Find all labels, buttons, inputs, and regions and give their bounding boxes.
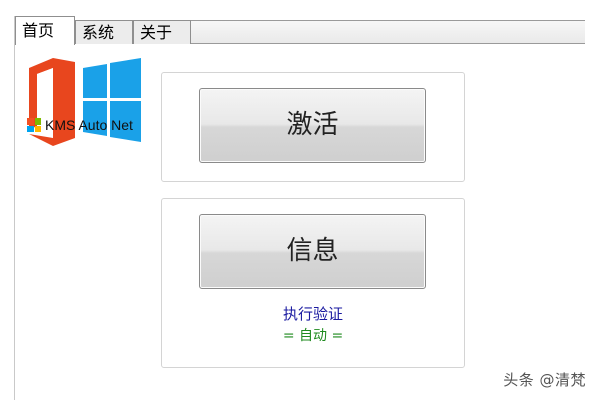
tab-bar-divider bbox=[191, 43, 585, 44]
info-panel: 信息 执行验证 = 自动 = bbox=[161, 198, 465, 368]
office-windows-logo-icon bbox=[29, 58, 141, 146]
logo-caption-text: KMS Auto Net bbox=[45, 117, 133, 133]
tab-system[interactable]: 系统 bbox=[75, 20, 133, 44]
activate-button[interactable]: 激活 bbox=[199, 88, 426, 163]
tab-bar: 首页 系统 关于 bbox=[15, 16, 585, 45]
watermark: 头条 @清梵 bbox=[503, 371, 586, 389]
logo-caption: KMS Auto Net bbox=[27, 116, 133, 134]
microsoft-logo-icon bbox=[27, 118, 41, 132]
auto-mode-label: = 自动 = bbox=[282, 328, 344, 344]
tab-bar-background bbox=[191, 20, 585, 44]
info-button[interactable]: 信息 bbox=[199, 214, 426, 289]
app-window: 首页 系统 关于 KMS Auto Net 激活 信息 执行验证 = 自动 = bbox=[14, 16, 585, 400]
tab-home[interactable]: 首页 bbox=[15, 16, 75, 45]
verify-link[interactable]: 执行验证 bbox=[162, 303, 464, 324]
activate-panel: 激活 bbox=[161, 72, 465, 182]
tab-about[interactable]: 关于 bbox=[133, 20, 191, 44]
